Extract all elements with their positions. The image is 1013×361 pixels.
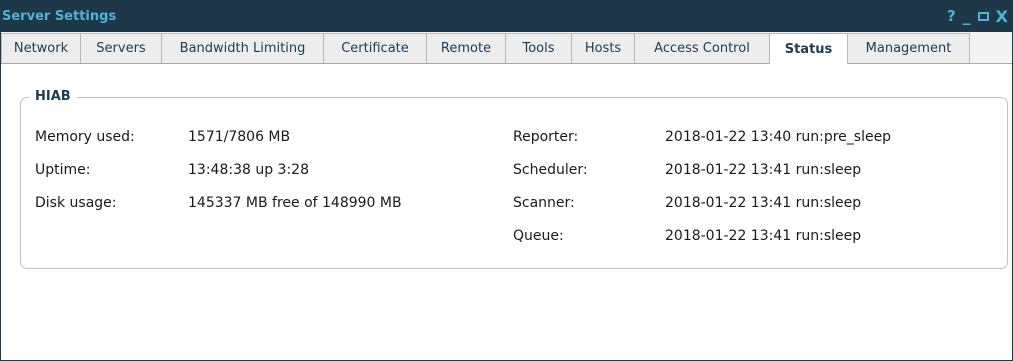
uptime-label: Uptime:: [35, 162, 91, 178]
tab-access-control[interactable]: Access Control: [634, 33, 770, 63]
reporter-label: Reporter:: [513, 129, 579, 145]
memory-used-label: Memory used:: [35, 129, 135, 145]
window-title: Server Settings: [2, 8, 117, 24]
scanner-value: 2018-01-22 13:41 run:sleep: [665, 195, 862, 211]
server-settings-window: Server Settings ? _ X Network Servers Ba…: [0, 0, 1013, 361]
tab-tools[interactable]: Tools: [505, 33, 572, 63]
uptime-value: 13:48:38 up 3:28: [188, 162, 309, 178]
minimize-icon[interactable]: _: [963, 8, 971, 24]
disk-usage-value: 145337 MB free of 148990 MB: [188, 195, 402, 211]
tab-servers[interactable]: Servers: [80, 33, 162, 63]
title-bar[interactable]: Server Settings ? _ X: [1, 0, 1012, 32]
maximize-icon[interactable]: [977, 11, 989, 21]
queue-value: 2018-01-22 13:41 run:sleep: [665, 228, 862, 244]
memory-used-value: 1571/7806 MB: [188, 129, 291, 145]
queue-label: Queue:: [513, 228, 564, 244]
window-controls: ? _ X: [947, 7, 1008, 26]
close-icon[interactable]: X: [996, 7, 1008, 26]
tab-remote[interactable]: Remote: [426, 33, 506, 63]
scanner-label: Scanner:: [513, 195, 575, 211]
tab-status[interactable]: Status: [769, 33, 848, 64]
help-icon[interactable]: ?: [947, 7, 956, 25]
tab-management[interactable]: Management: [847, 33, 970, 63]
hiab-group-title: HIAB: [29, 89, 77, 104]
settings-tabs: Network Servers Bandwidth Limiting Certi…: [1, 32, 1012, 64]
disk-usage-label: Disk usage:: [35, 195, 117, 211]
tab-bandwidth-limiting[interactable]: Bandwidth Limiting: [161, 33, 324, 63]
scheduler-value: 2018-01-22 13:41 run:sleep: [665, 162, 862, 178]
tab-certificate[interactable]: Certificate: [323, 33, 427, 63]
tab-network[interactable]: Network: [1, 33, 81, 63]
scheduler-label: Scheduler:: [513, 162, 588, 178]
reporter-value: 2018-01-22 13:40 run:pre_sleep: [665, 129, 892, 145]
tab-hosts[interactable]: Hosts: [571, 33, 635, 63]
